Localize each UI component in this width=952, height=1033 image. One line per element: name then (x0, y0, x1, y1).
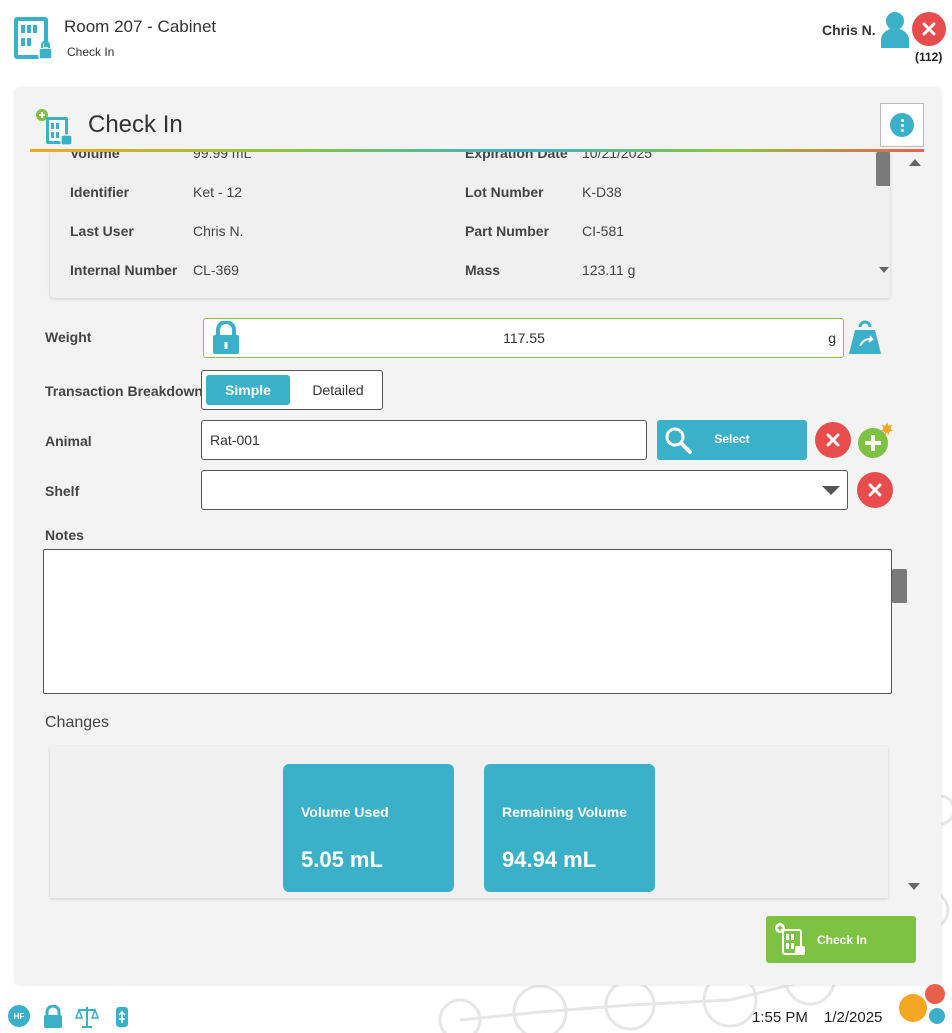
clock-date: 1/2/2025 (824, 1009, 883, 1026)
close-app-button[interactable] (912, 12, 946, 46)
check-in-cabinet-icon (775, 923, 805, 955)
content-scroll-up-arrow[interactable] (909, 159, 921, 166)
select-button-label: Select (714, 432, 750, 446)
close-icon (922, 22, 936, 36)
content-scroll-down-arrow[interactable] (908, 883, 920, 890)
clear-animal-button[interactable] (815, 422, 851, 458)
app-subtitle: Check In (67, 45, 115, 59)
check-in-cabinet-icon (36, 109, 73, 146)
breakdown-label: Transaction Breakdown (45, 383, 203, 399)
info-row: Identifier Ket - 12 Lot Number K-D38 (50, 184, 850, 204)
info-row: Volume 99.99 mL Expiration Date 10/21/20… (50, 152, 850, 165)
balance-scale-icon[interactable] (75, 1005, 99, 1029)
item-details-card: Volume 99.99 mL Expiration Date 10/21/20… (50, 152, 890, 298)
changes-card (50, 746, 888, 898)
clear-shelf-button[interactable] (857, 472, 893, 508)
details-scrollbar-thumb[interactable] (876, 152, 890, 186)
chevron-down-icon (822, 486, 840, 495)
info-value: CI-581 (582, 223, 625, 239)
weigh-scale-icon[interactable] (848, 318, 882, 356)
user-icon[interactable] (880, 11, 910, 49)
info-label: Volume (70, 152, 120, 161)
transaction-breakdown-toggle: Simple Detailed (201, 370, 383, 410)
info-row: Internal Number CL-369 Mass 123.11 g (50, 262, 850, 282)
clock-time: 1:55 PM (752, 1009, 808, 1026)
info-value: Chris N. (193, 223, 244, 239)
close-icon (868, 483, 882, 497)
notes-textarea[interactable] (43, 549, 892, 694)
stat-value: 94.94 mL (502, 847, 597, 872)
info-value: Ket - 12 (193, 184, 243, 200)
info-value: CL-369 (193, 262, 239, 278)
weight-value: 117.55 (503, 330, 545, 346)
changes-title: Changes (45, 714, 110, 731)
close-icon (826, 433, 840, 447)
volume-used-tile: Volume Used 5.05 mL (283, 764, 454, 892)
info-label: Lot Number (465, 184, 544, 200)
shelf-label: Shelf (45, 483, 80, 499)
info-value: 10/21/2025 (582, 152, 653, 161)
weight-label: Weight (45, 329, 92, 345)
weight-field[interactable]: 117.55 g (203, 318, 844, 358)
notification-count: (112) (915, 50, 943, 64)
info-label: Identifier (70, 184, 130, 200)
info-value: 123.11 g (582, 262, 636, 278)
info-label: Mass (465, 262, 501, 278)
animal-input[interactable] (201, 420, 647, 460)
check-in-button-label: Check In (817, 933, 868, 947)
toggle-simple[interactable]: Simple (206, 375, 290, 405)
content-scrollbar-thumb[interactable] (892, 569, 907, 603)
panel-title: Check In (88, 111, 183, 138)
info-row: Last User Chris N. Part Number CI-581 (50, 223, 850, 243)
info-value: K-D38 (582, 184, 622, 200)
brand-logo-icon (899, 984, 945, 1024)
info-label: Last User (70, 223, 134, 239)
weight-unit: g (828, 330, 836, 346)
lock-icon[interactable] (41, 1005, 65, 1029)
usb-icon[interactable] (110, 1005, 134, 1029)
stat-value: 5.05 mL (301, 847, 383, 872)
shelf-dropdown[interactable] (201, 470, 848, 510)
info-label: Expiration Date (465, 152, 568, 161)
toggle-detailed[interactable]: Detailed (298, 375, 378, 405)
info-label: Part Number (465, 223, 550, 239)
hf-badge[interactable]: HF (8, 1005, 30, 1027)
info-value: 99.99 mL (193, 152, 252, 161)
app-header: Room 207 - Cabinet Check In Chris N. (11… (0, 0, 952, 82)
cabinet-lock-icon (14, 17, 53, 60)
app-title: Room 207 - Cabinet (64, 17, 217, 36)
check-in-button[interactable]: Check In (766, 916, 916, 963)
stat-label: Volume Used (301, 804, 389, 820)
select-animal-button[interactable]: Select (657, 420, 807, 460)
kebab-menu-icon (890, 113, 914, 137)
stat-label: Remaining Volume (502, 804, 627, 820)
user-name[interactable]: Chris N. (822, 22, 876, 38)
animal-label: Animal (45, 433, 92, 449)
more-options-button[interactable] (880, 103, 924, 147)
info-label: Internal Number (70, 262, 178, 278)
remaining-volume-tile: Remaining Volume 94.94 mL (484, 764, 655, 892)
notes-label: Notes (45, 527, 84, 543)
add-animal-icon[interactable] (856, 422, 894, 460)
details-scroll-down-arrow[interactable] (879, 267, 889, 273)
